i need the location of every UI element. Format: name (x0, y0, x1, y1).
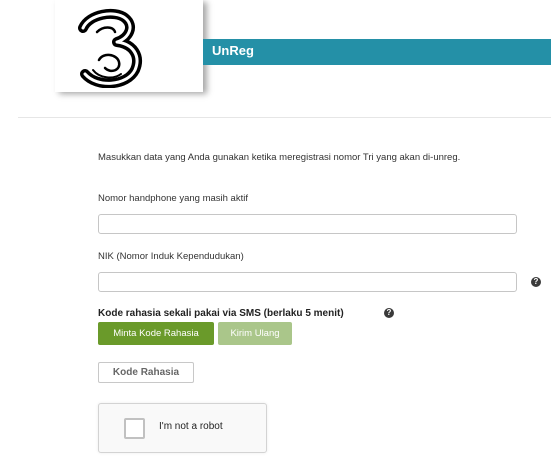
divider (18, 117, 551, 118)
recaptcha-widget: I'm not a robot (98, 403, 267, 453)
three-logo-icon (78, 8, 142, 88)
recaptcha-label: I'm not a robot (159, 421, 223, 432)
intro-text: Masukkan data yang Anda gunakan ketika m… (98, 152, 461, 163)
nik-help-icon[interactable]: ? (531, 277, 541, 287)
kode-rahasia-button[interactable]: Kode Rahasia (98, 362, 194, 383)
kode-help-icon[interactable]: ? (384, 308, 394, 318)
phone-label: Nomor handphone yang masih aktif (98, 193, 248, 204)
page-title: UnReg (212, 43, 254, 58)
logo-panel (55, 0, 203, 92)
nik-input[interactable] (98, 272, 517, 292)
title-bar: UnReg (203, 39, 551, 65)
kode-label: Kode rahasia sekali pakai via SMS (berla… (98, 308, 344, 319)
kirim-ulang-button[interactable]: Kirim Ulang (218, 322, 292, 345)
recaptcha-checkbox[interactable] (124, 418, 145, 439)
phone-input[interactable] (98, 214, 517, 234)
nik-label: NIK (Nomor Induk Kependudukan) (98, 251, 244, 262)
minta-kode-button[interactable]: Minta Kode Rahasia (98, 322, 214, 345)
